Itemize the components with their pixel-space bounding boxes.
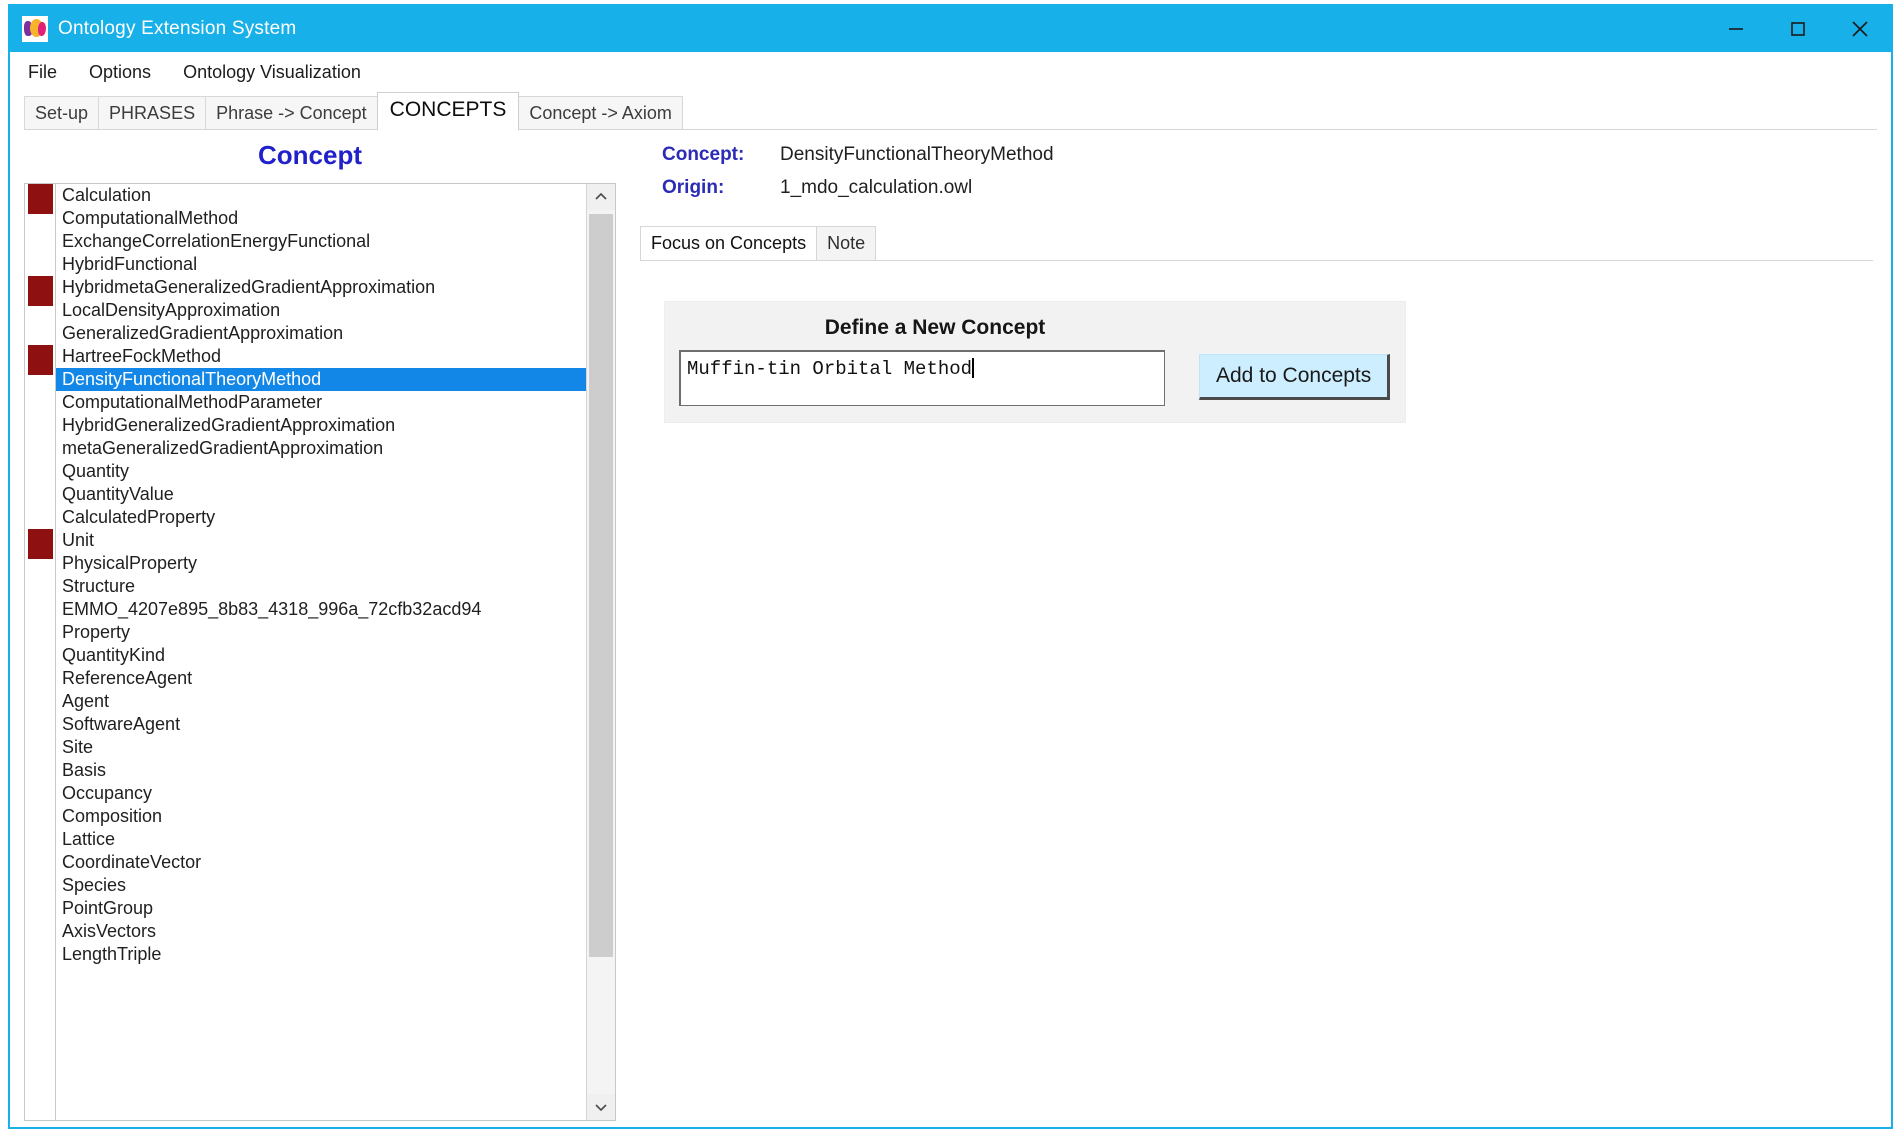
list-item[interactable]: HartreeFockMethod <box>56 345 586 368</box>
new-concept-input[interactable]: Muffin-tin Orbital Method <box>679 350 1165 406</box>
tab-note[interactable]: Note <box>816 225 877 260</box>
menu-bar: File Options Ontology Visualization <box>10 52 1891 92</box>
list-item[interactable]: CalculatedProperty <box>56 506 586 529</box>
concept-marker <box>28 276 53 306</box>
tab-focus-on-concepts[interactable]: Focus on Concepts <box>640 225 818 260</box>
origin-label: Origin: <box>662 177 725 198</box>
concept-value: DensityFunctionalTheoryMethod <box>780 144 1054 165</box>
title-bar: Ontology Extension System <box>10 6 1891 52</box>
app-logo-icon <box>22 16 48 42</box>
list-item[interactable]: Property <box>56 621 586 644</box>
define-new-concept-box: Define a New Concept Muffin-tin Orbital … <box>664 301 1406 423</box>
concept-meta: Concept: DensityFunctionalTheoryMethod O… <box>640 130 1873 210</box>
list-item[interactable]: QuantityValue <box>56 483 586 506</box>
list-item[interactable]: Species <box>56 874 586 897</box>
origin-value: 1_mdo_calculation.owl <box>780 177 973 198</box>
concept-list-scrollbar[interactable] <box>586 184 615 1120</box>
focus-on-concepts-panel: Define a New Concept Muffin-tin Orbital … <box>640 260 1873 1127</box>
list-item[interactable]: Basis <box>56 759 586 782</box>
tab-concept-to-axiom[interactable]: Concept -> Axiom <box>518 95 683 130</box>
list-item[interactable]: Site <box>56 736 586 759</box>
list-item[interactable]: CoordinateVector <box>56 851 586 874</box>
list-item[interactable]: LengthTriple <box>56 943 586 966</box>
list-item[interactable]: Agent <box>56 690 586 713</box>
list-item[interactable]: HybridGeneralizedGradientApproximation <box>56 414 586 437</box>
concept-list-container: Calculation ComputationalMethod Exchange… <box>24 183 616 1121</box>
application-window: Ontology Extension System File Options O… <box>8 4 1893 1129</box>
tab-phrase-to-concept[interactable]: Phrase -> Concept <box>205 95 378 130</box>
list-item[interactable]: PointGroup <box>56 897 586 920</box>
new-concept-input-text: Muffin-tin Orbital Method <box>687 358 973 380</box>
chevron-down-icon[interactable] <box>587 1094 615 1120</box>
tab-set-up[interactable]: Set-up <box>24 95 100 130</box>
list-item[interactable]: Occupancy <box>56 782 586 805</box>
concept-marker <box>28 345 53 375</box>
concept-marker-column <box>25 184 56 1120</box>
scrollbar-track[interactable] <box>587 210 615 1094</box>
define-new-concept-title: Define a New Concept <box>824 316 1046 339</box>
concept-marker <box>28 529 53 559</box>
concept-list-pane: Concept Calculation ComputationalMethod … <box>10 130 616 1127</box>
text-caret <box>972 358 975 378</box>
list-item[interactable]: PhysicalProperty <box>56 552 586 575</box>
chevron-up-icon[interactable] <box>587 184 615 210</box>
list-item[interactable]: Lattice <box>56 828 586 851</box>
window-controls <box>1705 6 1891 52</box>
menu-item-options[interactable]: Options <box>87 60 153 85</box>
list-item[interactable]: ExchangeCorrelationEnergyFunctional <box>56 230 586 253</box>
maximize-icon[interactable] <box>1767 6 1829 52</box>
origin-meta-row: Origin: 1_mdo_calculation.owl <box>662 177 1873 210</box>
list-item[interactable]: Structure <box>56 575 586 598</box>
minimize-icon[interactable] <box>1705 6 1767 52</box>
list-item[interactable]: ComputationalMethod <box>56 207 586 230</box>
list-item[interactable]: SoftwareAgent <box>56 713 586 736</box>
concept-marker <box>28 184 53 214</box>
list-item[interactable]: Composition <box>56 805 586 828</box>
tab-phrases[interactable]: PHRASES <box>98 95 207 130</box>
list-item[interactable]: HybridFunctional <box>56 253 586 276</box>
list-item[interactable]: ReferenceAgent <box>56 667 586 690</box>
list-item[interactable]: AxisVectors <box>56 920 586 943</box>
close-icon[interactable] <box>1829 6 1891 52</box>
content-area: Concept Calculation ComputationalMethod … <box>10 130 1891 1127</box>
list-item[interactable]: ComputationalMethodParameter <box>56 391 586 414</box>
tab-concepts[interactable]: CONCEPTS <box>376 91 520 130</box>
concept-list[interactable]: Calculation ComputationalMethod Exchange… <box>56 184 586 1120</box>
concept-meta-row: Concept: DensityFunctionalTheoryMethod <box>662 144 1873 177</box>
main-tab-strip: Set-up PHRASES Phrase -> Concept CONCEPT… <box>10 91 1891 130</box>
list-item[interactable]: Unit <box>56 529 586 552</box>
list-item[interactable]: HybridmetaGeneralizedGradientApproximati… <box>56 276 586 299</box>
concept-list-heading: Concept <box>258 140 362 170</box>
concept-detail-pane: Concept: DensityFunctionalTheoryMethod O… <box>616 130 1891 1127</box>
list-item[interactable]: GeneralizedGradientApproximation <box>56 322 586 345</box>
menu-item-file[interactable]: File <box>26 60 59 85</box>
concept-label: Concept: <box>662 144 745 165</box>
list-item[interactable]: QuantityKind <box>56 644 586 667</box>
add-to-concepts-button[interactable]: Add to Concepts <box>1199 354 1391 401</box>
window-title: Ontology Extension System <box>58 18 297 39</box>
list-item[interactable]: LocalDensityApproximation <box>56 299 586 322</box>
detail-tab-strip: Focus on Concepts Note <box>640 225 1873 260</box>
list-item-selected[interactable]: DensityFunctionalTheoryMethod <box>56 368 586 391</box>
list-item[interactable]: metaGeneralizedGradientApproximation <box>56 437 586 460</box>
list-item[interactable]: EMMO_4207e895_8b83_4318_996a_72cfb32acd9… <box>56 598 586 621</box>
list-item[interactable]: Quantity <box>56 460 586 483</box>
list-item[interactable]: Calculation <box>56 184 586 207</box>
menu-item-ontology-visualization[interactable]: Ontology Visualization <box>181 60 363 85</box>
scrollbar-thumb[interactable] <box>589 214 613 957</box>
define-new-concept-row: Muffin-tin Orbital Method Add to Concept… <box>679 350 1391 406</box>
